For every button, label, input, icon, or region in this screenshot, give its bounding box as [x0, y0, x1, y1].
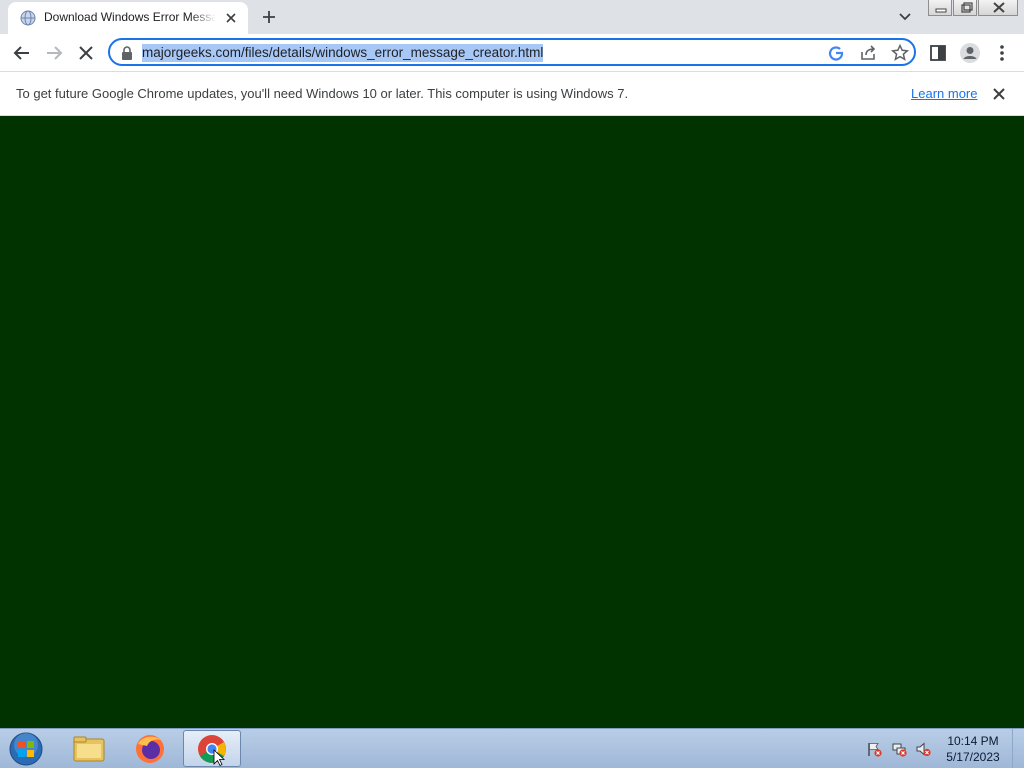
- restore-button[interactable]: [953, 0, 977, 16]
- update-infobar: To get future Google Chrome updates, you…: [0, 72, 1024, 116]
- tab-title: Download Windows Error Message Creator: [44, 10, 216, 24]
- page-content: [0, 116, 1024, 728]
- show-desktop-button[interactable]: [1012, 729, 1024, 768]
- bookmark-star-icon[interactable]: [890, 43, 910, 63]
- infobar-message: To get future Google Chrome updates, you…: [16, 86, 629, 101]
- globe-favicon-icon: [20, 10, 36, 26]
- chrome-icon: [198, 735, 226, 767]
- browser-tab[interactable]: Download Windows Error Message Creator: [8, 2, 248, 34]
- close-tab-icon[interactable]: [222, 9, 240, 27]
- stop-loading-icon[interactable]: [74, 41, 98, 65]
- windows-taskbar: 10:14 PM 5/17/2023: [0, 728, 1024, 768]
- forward-arrow-icon[interactable]: [42, 41, 66, 65]
- browser-toolbar: majorgeeks.com/files/details/windows_err…: [0, 34, 1024, 72]
- network-icon[interactable]: [891, 741, 907, 757]
- system-clock[interactable]: 10:14 PM 5/17/2023: [940, 733, 1006, 765]
- close-infobar-icon[interactable]: [990, 85, 1008, 103]
- learn-more-link[interactable]: Learn more: [911, 86, 977, 101]
- screen: Download Windows Error Message Creator: [0, 0, 1024, 768]
- address-bar[interactable]: majorgeeks.com/files/details/windows_err…: [108, 38, 916, 66]
- firefox-icon: [136, 735, 164, 763]
- side-panel-icon[interactable]: [926, 41, 950, 65]
- back-arrow-icon[interactable]: [10, 41, 34, 65]
- volume-muted-icon[interactable]: [915, 741, 931, 757]
- start-button-icon[interactable]: [6, 731, 46, 767]
- chevron-down-icon[interactable]: [895, 8, 915, 26]
- minimize-button[interactable]: [928, 0, 952, 16]
- minimize-icon: [935, 8, 947, 13]
- close-icon: [993, 2, 1005, 13]
- tab-strip: Download Windows Error Message Creator: [0, 0, 1024, 34]
- taskbar-explorer-button[interactable]: [60, 730, 118, 767]
- clock-time: 10:14 PM: [947, 734, 999, 748]
- share-icon[interactable]: [858, 43, 878, 63]
- taskbar-chrome-button[interactable]: [183, 730, 241, 767]
- folder-icon: [73, 736, 105, 762]
- action-center-flag-icon[interactable]: [866, 741, 882, 757]
- new-tab-icon[interactable]: [258, 6, 280, 28]
- close-window-button[interactable]: [978, 0, 1018, 16]
- restore-icon: [961, 2, 973, 13]
- url-text[interactable]: majorgeeks.com/files/details/windows_err…: [142, 44, 544, 62]
- profile-avatar-icon[interactable]: [958, 41, 982, 65]
- clock-date: 5/17/2023: [946, 750, 1000, 764]
- taskbar-firefox-button[interactable]: [121, 730, 179, 767]
- google-lens-icon[interactable]: [826, 43, 846, 63]
- more-menu-icon[interactable]: [990, 41, 1014, 65]
- lock-icon[interactable]: [121, 46, 133, 60]
